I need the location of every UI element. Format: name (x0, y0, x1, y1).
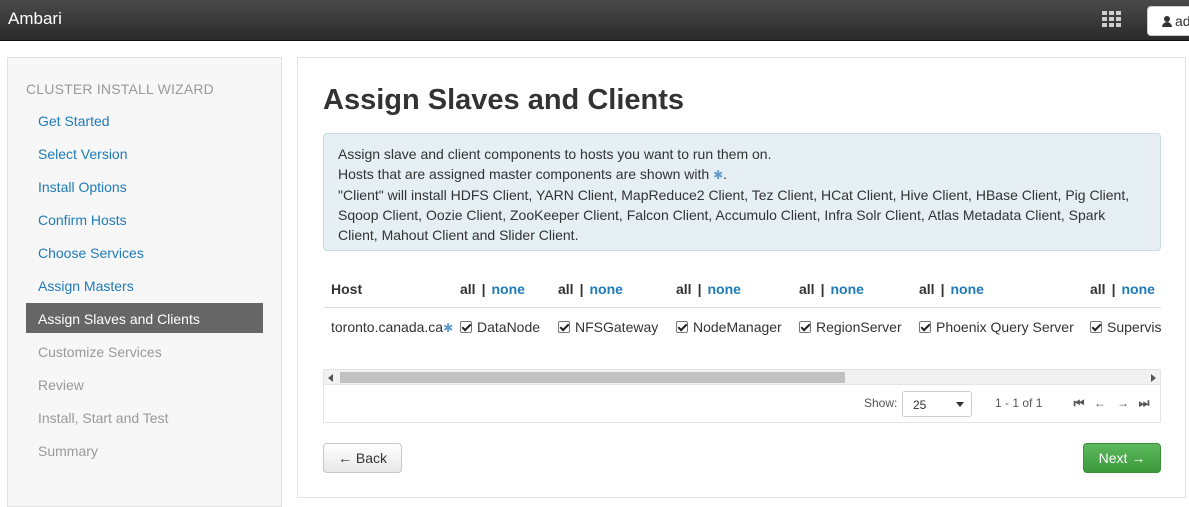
separator: | (940, 281, 945, 297)
supervisor-all-none: all | none (1090, 281, 1155, 297)
select-none-link[interactable]: none (708, 281, 741, 297)
phoenix-all-none: all | none (919, 281, 984, 297)
separator: | (579, 281, 584, 297)
separator: | (1111, 281, 1116, 297)
select-none-link[interactable]: none (1122, 281, 1155, 297)
select-all-link[interactable]: all (558, 281, 574, 297)
user-menu-button[interactable]: ad (1147, 6, 1189, 36)
separator: | (481, 281, 486, 297)
scroll-right-icon[interactable] (1151, 374, 1156, 382)
sidebar-item-choose-services[interactable]: Choose Services (26, 237, 263, 267)
datanode-all-none: all | none (460, 281, 525, 297)
host-name: toronto.canada.ca (331, 319, 444, 335)
sidebar-item-summary: Summary (38, 443, 98, 459)
sidebar-item-select-version[interactable]: Select Version (26, 138, 263, 168)
back-button[interactable]: ← Back (323, 443, 402, 473)
alert-line-1: Assign slave and client components to ho… (338, 146, 772, 162)
select-none-link[interactable]: none (492, 281, 525, 297)
nfsgateway-checkbox[interactable]: NFSGateway (558, 319, 658, 335)
sidebar-title: CLUSTER INSTALL WIZARD (26, 81, 214, 97)
sidebar-item-install-start-test: Install, Start and Test (38, 410, 169, 426)
views-grid-icon[interactable] (1102, 11, 1122, 28)
nfsgateway-all-none: all | none (558, 281, 623, 297)
user-name: ad (1175, 13, 1189, 29)
component-label: Phoenix Query Server (936, 319, 1074, 335)
sidebar-item-confirm-hosts[interactable]: Confirm Hosts (26, 204, 263, 234)
table-pager: Show: 25 1 - 1 of 1 ⏮ ← → ⏭ (323, 385, 1161, 423)
first-page-icon[interactable]: ⏮ (1072, 396, 1086, 410)
app-brand[interactable]: Ambari (8, 9, 62, 29)
regionserver-all-none: all | none (799, 281, 864, 297)
wizard-sidebar: CLUSTER INSTALL WIZARD Get Started Selec… (7, 57, 282, 507)
component-label: DataNode (477, 319, 541, 335)
alert-line-2-end: . (723, 166, 728, 182)
master-star-icon: ✱ (443, 321, 454, 335)
sidebar-item-assign-masters[interactable]: Assign Masters (26, 270, 263, 300)
regionserver-checkbox[interactable]: RegionServer (799, 319, 902, 335)
component-label: RegionServer (816, 319, 902, 335)
select-none-link[interactable]: none (831, 281, 864, 297)
separator: | (820, 281, 825, 297)
page-size-select[interactable]: 25 (902, 391, 972, 417)
page-range: 1 - 1 of 1 (995, 396, 1043, 410)
select-all-link[interactable]: all (1090, 281, 1106, 297)
main-panel: Assign Slaves and Clients Assign slave a… (297, 57, 1186, 498)
sidebar-item-review: Review (38, 377, 84, 393)
checkbox-checked-icon[interactable] (799, 321, 811, 333)
caret-down-icon (956, 402, 964, 407)
component-label: Supervisor (1107, 319, 1161, 335)
alert-line-2-text: Hosts that are assigned master component… (338, 166, 710, 182)
next-page-icon[interactable]: → (1116, 396, 1130, 410)
alert-line-2: Hosts that are assigned master component… (338, 164, 1146, 185)
scrollbar-thumb[interactable] (340, 372, 845, 383)
checkbox-checked-icon[interactable] (558, 321, 570, 333)
scroll-left-icon[interactable] (328, 374, 333, 382)
select-all-link[interactable]: all (799, 281, 815, 297)
info-alert: Assign slave and client components to ho… (323, 133, 1161, 251)
component-label: NodeManager (693, 319, 782, 335)
select-all-link[interactable]: all (676, 281, 692, 297)
checkbox-checked-icon[interactable] (919, 321, 931, 333)
last-page-icon[interactable]: ⏭ (1137, 396, 1151, 410)
table-row: toronto.canada.ca✱ DataNode NFSGateway N… (323, 309, 1161, 345)
component-label: NFSGateway (575, 319, 659, 335)
alert-line-3: "Client" will install HDFS Client, YARN … (338, 187, 1130, 243)
page-size-value: 25 (913, 398, 927, 412)
select-all-link[interactable]: all (460, 281, 476, 297)
checkbox-checked-icon[interactable] (1090, 321, 1102, 333)
sidebar-item-install-options[interactable]: Install Options (26, 171, 263, 201)
page-title: Assign Slaves and Clients (323, 84, 685, 116)
next-button[interactable]: Next → (1083, 443, 1161, 473)
separator: | (697, 281, 702, 297)
select-none-link[interactable]: none (951, 281, 984, 297)
sidebar-item-get-started[interactable]: Get Started (26, 105, 263, 135)
page-size-label: Show: (864, 396, 898, 410)
nodemanager-checkbox[interactable]: NodeManager (676, 319, 782, 335)
checkbox-checked-icon[interactable] (676, 321, 688, 333)
user-icon (1162, 16, 1172, 27)
hosts-table: Host all | none all | none all | none all | none… (323, 278, 1161, 348)
master-star-icon: ✱ (713, 168, 724, 182)
top-navbar: Ambari ad (0, 0, 1189, 41)
previous-page-icon[interactable]: ← (1093, 396, 1107, 410)
table-header-row: Host all | none all | none all | none all | none… (323, 278, 1161, 308)
sidebar-item-customize-services: Customize Services (38, 344, 162, 360)
horizontal-scrollbar[interactable] (323, 369, 1161, 385)
phoenix-query-server-checkbox[interactable]: Phoenix Query Server (919, 319, 1074, 335)
sidebar-item-assign-slaves-and-clients[interactable]: Assign Slaves and Clients (26, 303, 263, 333)
select-all-link[interactable]: all (919, 281, 935, 297)
nodemanager-all-none: all | none (676, 281, 741, 297)
host-column-header: Host (331, 281, 363, 297)
supervisor-checkbox[interactable]: Supervisor (1090, 319, 1161, 335)
datanode-checkbox[interactable]: DataNode (460, 319, 540, 335)
host-name-cell: toronto.canada.ca✱ (331, 319, 453, 335)
select-none-link[interactable]: none (590, 281, 623, 297)
checkbox-checked-icon[interactable] (460, 321, 472, 333)
